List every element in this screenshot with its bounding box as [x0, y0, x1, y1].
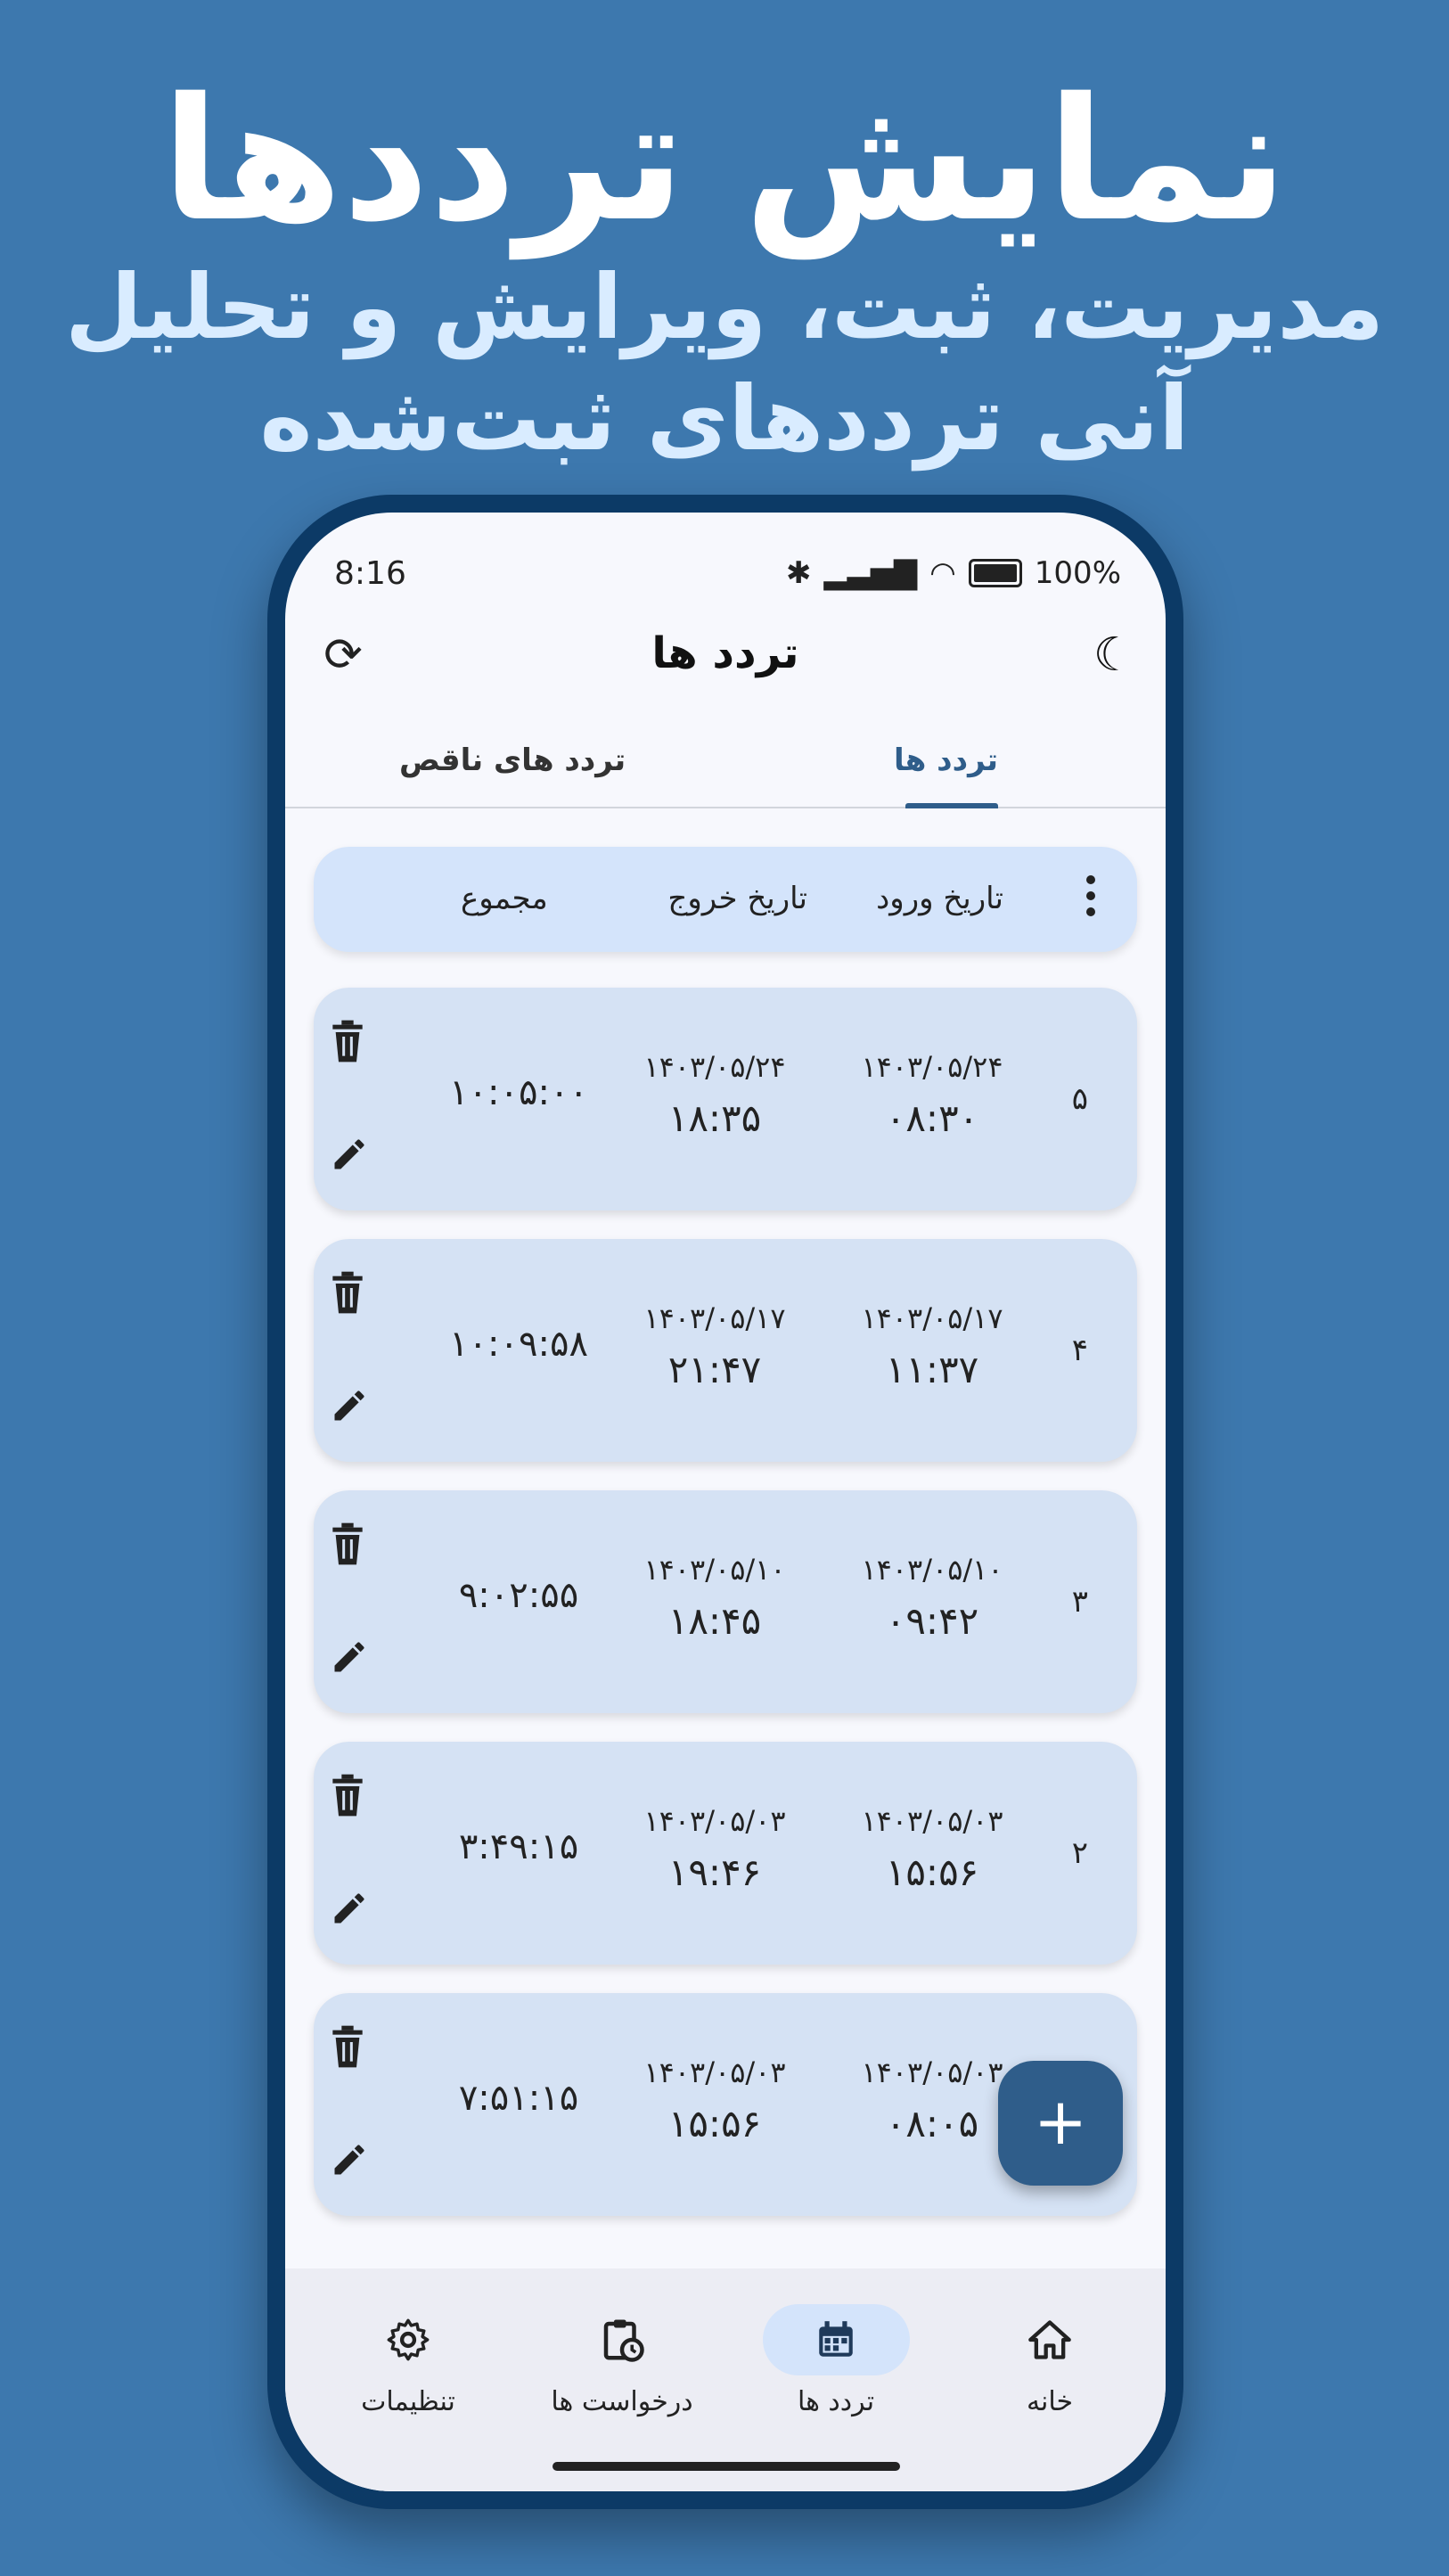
nav-label-requests: درخواست ها	[551, 2386, 693, 2417]
record-exit-time: ۱۸:۳۵	[667, 1096, 762, 1140]
nav-active-pill	[762, 2304, 910, 2375]
record-card: ۵ ۱۴۰۳/۰۵/۲۴ ۰۸:۳۰ ۱۴۰۳/۰۵/۲۴ ۱۸:۳۵ ۱۰:۰…	[314, 988, 1137, 1210]
battery-percent: 100%	[1034, 555, 1121, 591]
promo-subtitle-line2: آنی ترددهای ثبت‌شده	[259, 366, 1190, 471]
home-icon	[1028, 2320, 1071, 2359]
record-total: ۱۰:۰۵:۰۰	[449, 1072, 588, 1113]
trash-icon[interactable]	[330, 1773, 365, 1817]
record-total: ۹:۰۲:۵۵	[458, 1575, 579, 1616]
gear-icon	[387, 2318, 430, 2361]
header-total: مجموع	[461, 881, 548, 916]
record-exit-date: ۱۴۰۳/۰۵/۲۴	[643, 1050, 786, 1084]
bottom-navigation: خانه تردد ها درخواست ها تنظیمات	[285, 2268, 1166, 2491]
phone-frame: 8:16 ✱ ▂▃▅▇ ◠ 100% ⟳ تردد ها ☾ تردد ها ت…	[267, 495, 1183, 2509]
record-exit-date: ۱۴۰۳/۰۵/۰۳	[643, 1804, 786, 1838]
app-bar: ⟳ تردد ها ☾	[285, 611, 1166, 700]
trash-icon[interactable]	[330, 2024, 365, 2069]
record-index: ۴	[1071, 1333, 1088, 1368]
record-card: ۲ ۱۴۰۳/۰۵/۰۳ ۱۵:۵۶ ۱۴۰۳/۰۵/۰۳ ۱۹:۴۶ ۳:۴۹…	[314, 1742, 1137, 1965]
record-exit-time: ۲۱:۴۷	[667, 1348, 762, 1391]
battery-icon	[968, 559, 1022, 587]
calendar-icon	[819, 2321, 853, 2357]
add-record-button[interactable]: +	[998, 2061, 1123, 2186]
table-header: تاریخ ورود تاریخ خروج مجموع	[314, 847, 1137, 952]
record-exit-date: ۱۴۰۳/۰۵/۱۰	[643, 1553, 786, 1587]
record-exit-date: ۱۴۰۳/۰۵/۱۷	[643, 1301, 786, 1335]
record-index: ۳	[1071, 1584, 1088, 1620]
edit-icon[interactable]	[330, 1135, 369, 1174]
nav-item-home[interactable]: خانه	[961, 2304, 1139, 2417]
record-total: ۳:۴۹:۱۵	[458, 1826, 579, 1867]
more-vert-icon[interactable]	[1082, 872, 1100, 925]
record-exit-time: ۱۵:۵۶	[667, 2102, 762, 2145]
record-entry-time: ۰۹:۴۲	[885, 1599, 979, 1643]
record-entry-date: ۱۴۰۳/۰۵/۱۷	[861, 1301, 1003, 1335]
nav-item-settings[interactable]: تنظیمات	[319, 2304, 497, 2417]
header-exit-date: تاریخ خروج	[667, 881, 807, 916]
record-entry-time: ۱۵:۵۶	[885, 1850, 979, 1894]
signal-icon: ▂▃▅▇	[823, 555, 918, 591]
record-entry-time: ۱۱:۳۷	[885, 1348, 979, 1391]
record-entry-date: ۱۴۰۳/۰۵/۲۴	[861, 1050, 1003, 1084]
page-title: تردد ها	[651, 628, 799, 678]
trash-icon[interactable]	[330, 1522, 365, 1566]
nav-label-home: خانه	[1026, 2386, 1074, 2417]
tab-incomplete-records[interactable]: تردد های ناقص	[399, 742, 626, 778]
record-entry-date: ۱۴۰۳/۰۵/۱۰	[861, 1553, 1003, 1587]
record-total: ۱۰:۰۹:۵۸	[449, 1324, 588, 1365]
record-exit-time: ۱۹:۴۶	[667, 1850, 762, 1894]
record-index: ۵	[1071, 1081, 1088, 1117]
record-entry-date: ۱۴۰۳/۰۵/۰۳	[861, 1804, 1003, 1838]
trash-icon[interactable]	[330, 1270, 365, 1315]
status-bar: 8:16 ✱ ▂▃▅▇ ◠ 100%	[285, 555, 1166, 600]
status-time: 8:16	[334, 555, 406, 592]
record-total: ۷:۵۱:۱۵	[458, 2078, 579, 2119]
app-screen: 8:16 ✱ ▂▃▅▇ ◠ 100% ⟳ تردد ها ☾ تردد ها ت…	[285, 513, 1166, 2491]
tab-active-indicator	[905, 803, 998, 808]
clipboard-clock-icon	[603, 2319, 644, 2362]
edit-icon[interactable]	[330, 1889, 369, 1928]
edit-icon[interactable]	[330, 1386, 369, 1425]
moon-icon[interactable]: ☾	[1087, 628, 1141, 682]
record-exit-date: ۱۴۰۳/۰۵/۰۳	[643, 2055, 786, 2089]
nav-label-records: تردد ها	[797, 2386, 875, 2417]
nav-item-requests[interactable]: درخواست ها	[533, 2304, 711, 2417]
record-card: ۴ ۱۴۰۳/۰۵/۱۷ ۱۱:۳۷ ۱۴۰۳/۰۵/۱۷ ۲۱:۴۷ ۱۰:۰…	[314, 1239, 1137, 1462]
home-indicator	[553, 2462, 900, 2471]
record-index: ۲	[1071, 1835, 1088, 1871]
edit-icon[interactable]	[330, 2140, 369, 2179]
nav-label-settings: تنظیمات	[361, 2386, 455, 2417]
promo-title: نمایش ترددها	[161, 62, 1288, 258]
promo-subtitle-line1: مدیریت، ثبت، ویرایش و تحلیل	[64, 255, 1385, 359]
status-icons: ✱ ▂▃▅▇ ◠ 100%	[786, 555, 1121, 591]
record-entry-time: ۰۸:۳۰	[885, 1096, 979, 1140]
record-exit-time: ۱۸:۴۵	[667, 1599, 762, 1643]
trash-icon[interactable]	[330, 1019, 365, 1063]
tab-bar: تردد ها تردد های ناقص	[285, 718, 1166, 808]
edit-icon[interactable]	[330, 1637, 369, 1677]
bluetooth-icon: ✱	[786, 555, 812, 591]
nav-item-records[interactable]: تردد ها	[747, 2304, 925, 2417]
wifi-icon: ◠	[929, 555, 956, 591]
header-entry-date: تاریخ ورود	[876, 881, 1003, 916]
tab-records[interactable]: تردد ها	[894, 742, 998, 778]
record-card: ۳ ۱۴۰۳/۰۵/۱۰ ۰۹:۴۲ ۱۴۰۳/۰۵/۱۰ ۱۸:۴۵ ۹:۰۲…	[314, 1490, 1137, 1713]
